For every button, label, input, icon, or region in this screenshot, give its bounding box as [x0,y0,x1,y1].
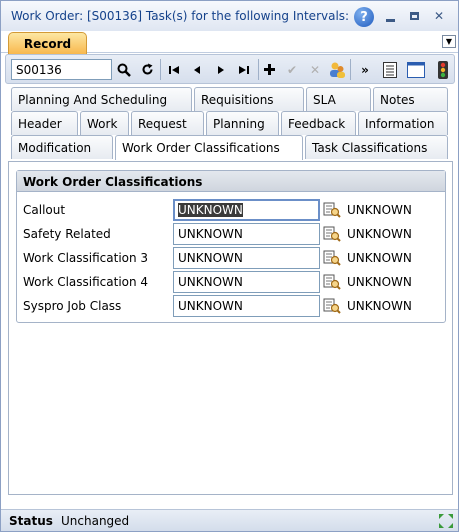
close-icon[interactable]: ✕ [429,6,449,26]
work-classification-3-description: UNKNOWN [347,251,412,265]
refresh-icon[interactable] [137,59,157,80]
dropdown-menu-icon[interactable]: ▼ [442,35,456,48]
classification-row: Work Classification 3 UNKNOWN UNKNOWN [17,247,445,269]
title-bar: Work Order: [S00136] Task(s) for the fol… [1,1,458,31]
work-classification-4-label: Work Classification 4 [23,275,149,289]
lookup-icon[interactable] [323,201,341,219]
callout-field[interactable]: UNKNOWN [173,199,320,221]
next-record-icon[interactable] [211,59,231,80]
search-icon[interactable] [114,59,134,80]
lookup-icon[interactable] [323,249,341,267]
minimize-icon[interactable] [380,6,400,26]
callout-description: UNKNOWN [347,203,412,217]
group-title: Work Order Classifications [17,171,445,192]
work-order-classifications-group: Work Order Classifications Callout UNKNO… [16,170,446,323]
safety-related-label: Safety Related [23,227,111,241]
ribbon-tab-strip: Record ▼ [1,31,458,54]
tab-modification[interactable]: Modification [11,135,113,159]
tab-sla[interactable]: SLA [306,87,371,111]
tab-requisitions[interactable]: Requisitions [194,87,304,111]
tab-header[interactable]: Header [11,111,78,135]
callout-label: Callout [23,203,66,217]
lookup-icon[interactable] [323,225,341,243]
safety-related-description: UNKNOWN [347,227,412,241]
tab-notes[interactable]: Notes [373,87,448,111]
tab-request[interactable]: Request [131,111,204,135]
users-icon[interactable] [327,59,347,80]
safety-related-field[interactable]: UNKNOWN [173,223,320,245]
first-record-icon[interactable] [164,59,184,80]
record-tab[interactable]: Record [8,32,87,54]
list-view-icon[interactable] [380,59,400,80]
work-classification-4-description: UNKNOWN [347,275,412,289]
window-layout-icon[interactable] [406,59,426,80]
syspro-job-class-description: UNKNOWN [347,299,412,313]
window-title: Work Order: [S00136] Task(s) for the fol… [11,9,349,23]
classification-row: Safety Related UNKNOWN UNKNOWN [17,223,445,245]
tab-planning[interactable]: Planning [206,111,279,135]
restore-icon[interactable] [404,6,424,26]
tab-content-panel: Work Order Classifications Callout UNKNO… [8,161,453,495]
syspro-job-class-field[interactable]: UNKNOWN [173,295,320,317]
add-record-icon[interactable] [259,59,279,80]
lookup-icon[interactable] [323,297,341,315]
last-record-icon[interactable] [234,59,254,80]
syspro-job-class-label: Syspro Job Class [23,299,122,313]
tab-work-order-classifications[interactable]: Work Order Classifications [115,135,303,160]
status-value: Unchanged [61,514,130,528]
classification-row: Syspro Job Class UNKNOWN UNKNOWN [17,295,445,317]
work-classification-3-field[interactable]: UNKNOWN [173,247,320,269]
tab-information[interactable]: Information [358,111,448,135]
previous-record-icon[interactable] [187,59,207,80]
more-options-icon[interactable]: » [355,59,375,80]
lookup-icon[interactable] [323,273,341,291]
status-label: Status [9,514,53,528]
classification-row: Work Classification 4 UNKNOWN UNKNOWN [17,271,445,293]
record-search-input[interactable] [11,59,112,80]
tab-planning-and-scheduling[interactable]: Planning And Scheduling [11,87,192,111]
status-bar: Status Unchanged [1,509,458,531]
help-icon[interactable]: ? [354,7,374,27]
callout-value: UNKNOWN [178,203,243,217]
toolbar-separator [350,59,351,80]
work-classification-4-field[interactable]: UNKNOWN [173,271,320,293]
expand-icon[interactable] [439,514,453,528]
classification-row: Callout UNKNOWN UNKNOWN [17,199,445,221]
tab-feedback[interactable]: Feedback [281,111,356,135]
cancel-x-icon[interactable]: ✕ [305,59,325,80]
toolbar: ✔ ✕ » [5,54,455,84]
tab-task-classifications[interactable]: Task Classifications [305,135,448,159]
tab-work[interactable]: Work [80,111,129,135]
save-check-icon[interactable]: ✔ [282,59,302,80]
work-order-window: Work Order: [S00136] Task(s) for the fol… [0,0,459,532]
traffic-light-icon[interactable] [433,59,453,80]
work-classification-3-label: Work Classification 3 [23,251,149,265]
toolbar-separator [160,59,161,80]
